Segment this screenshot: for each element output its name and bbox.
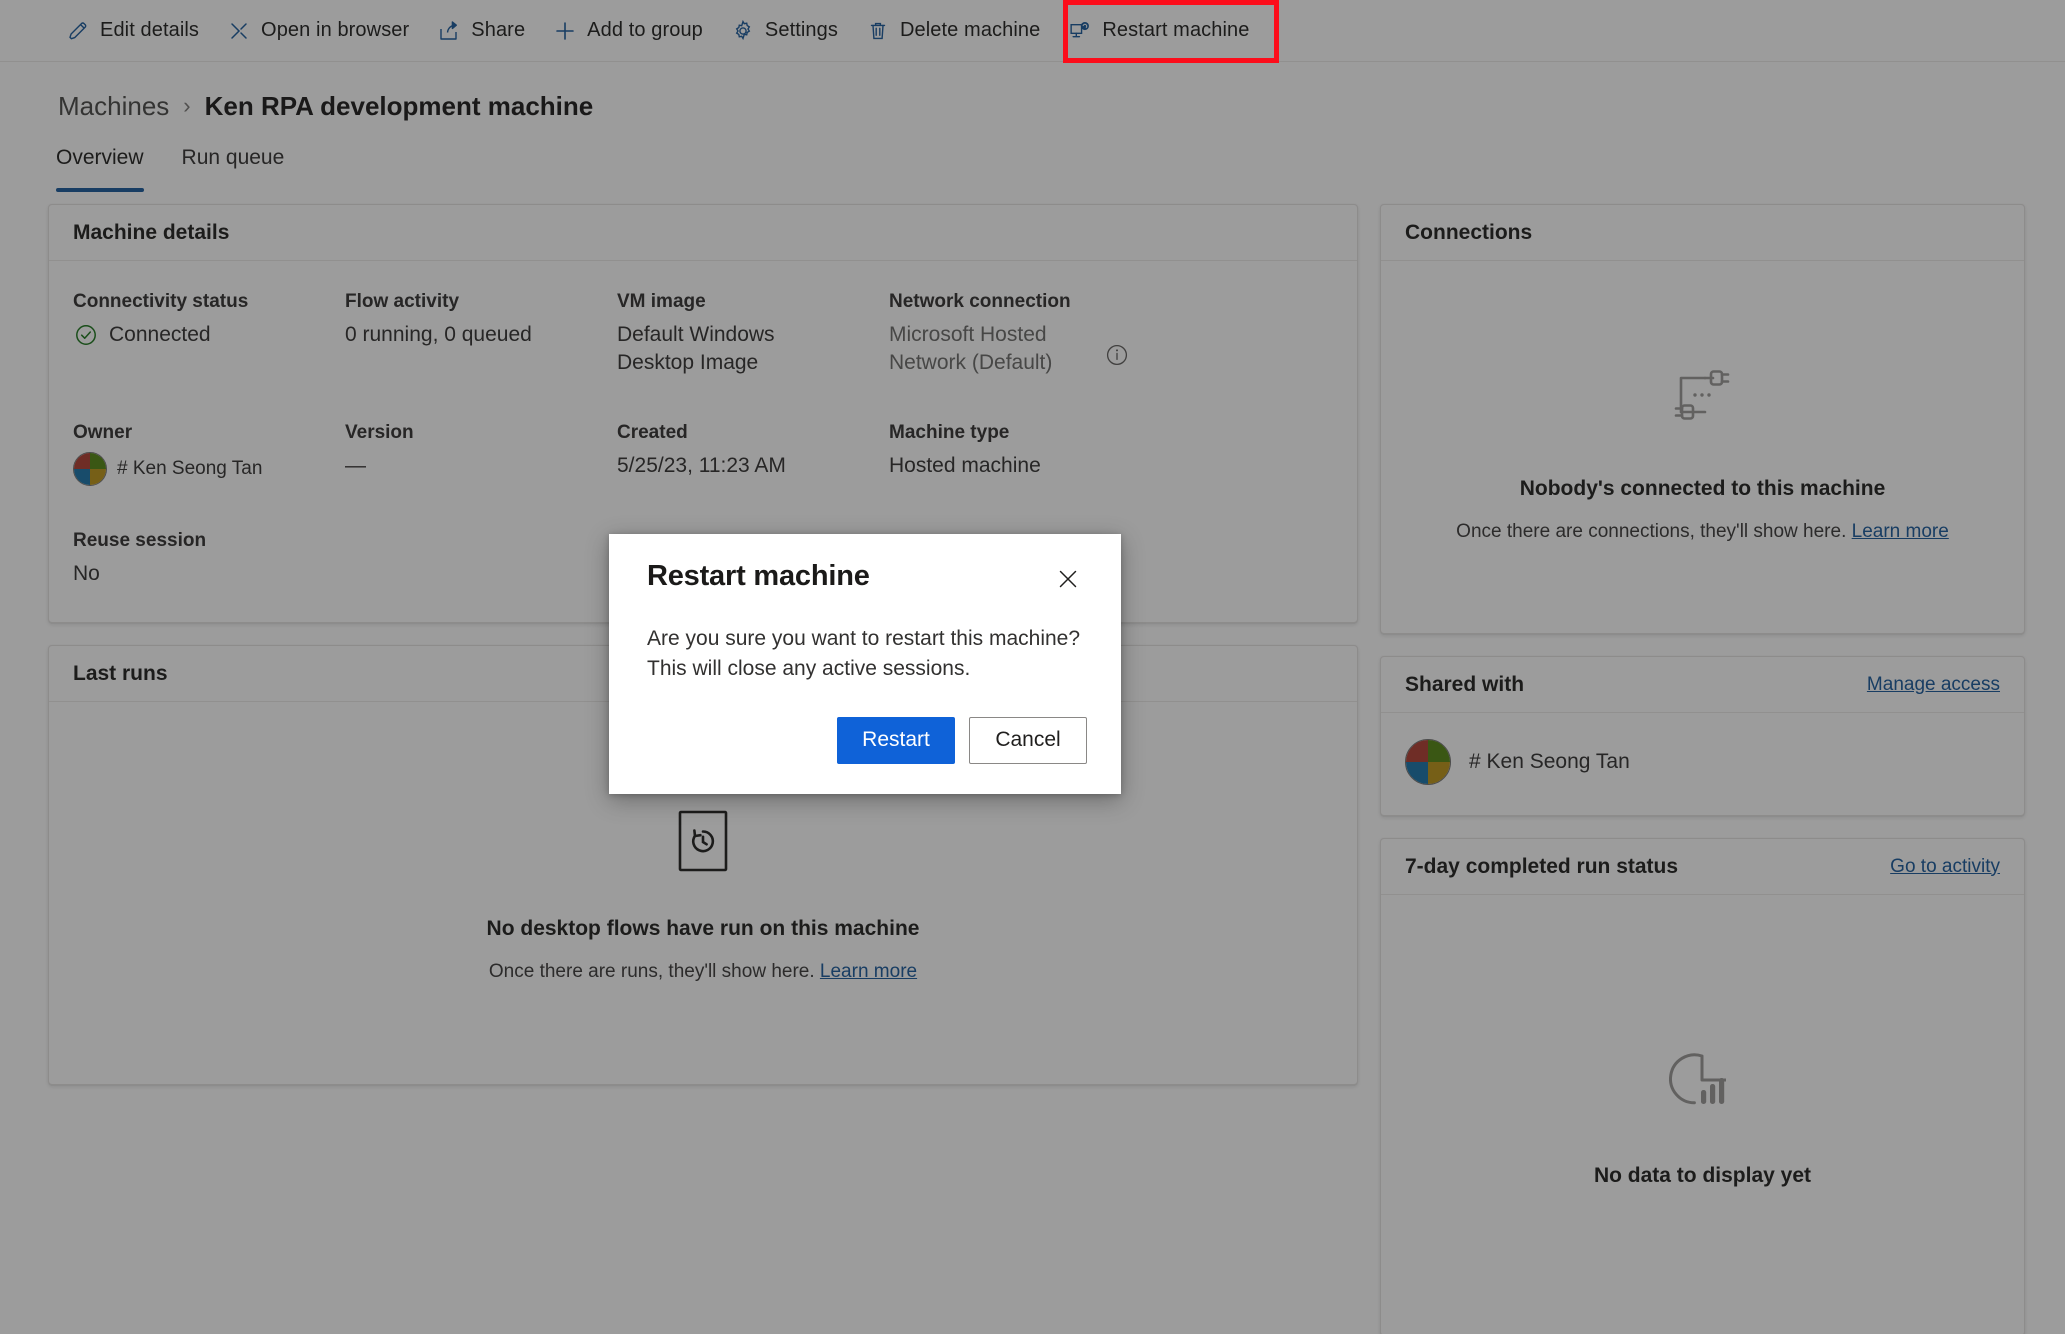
restart-machine-dialog: Restart machine Are you sure you want to… [609,534,1121,794]
dialog-header: Restart machine [647,560,1087,598]
cancel-button[interactable]: Cancel [969,716,1087,764]
dialog-title: Restart machine [647,560,870,592]
close-icon[interactable] [1049,560,1087,598]
dialog-actions: Restart Cancel [647,716,1087,764]
modal-scrim: Restart machine Are you sure you want to… [0,0,2065,1334]
dialog-message: Are you sure you want to restart this ma… [647,627,1081,681]
restart-confirm-button[interactable]: Restart [837,716,955,764]
